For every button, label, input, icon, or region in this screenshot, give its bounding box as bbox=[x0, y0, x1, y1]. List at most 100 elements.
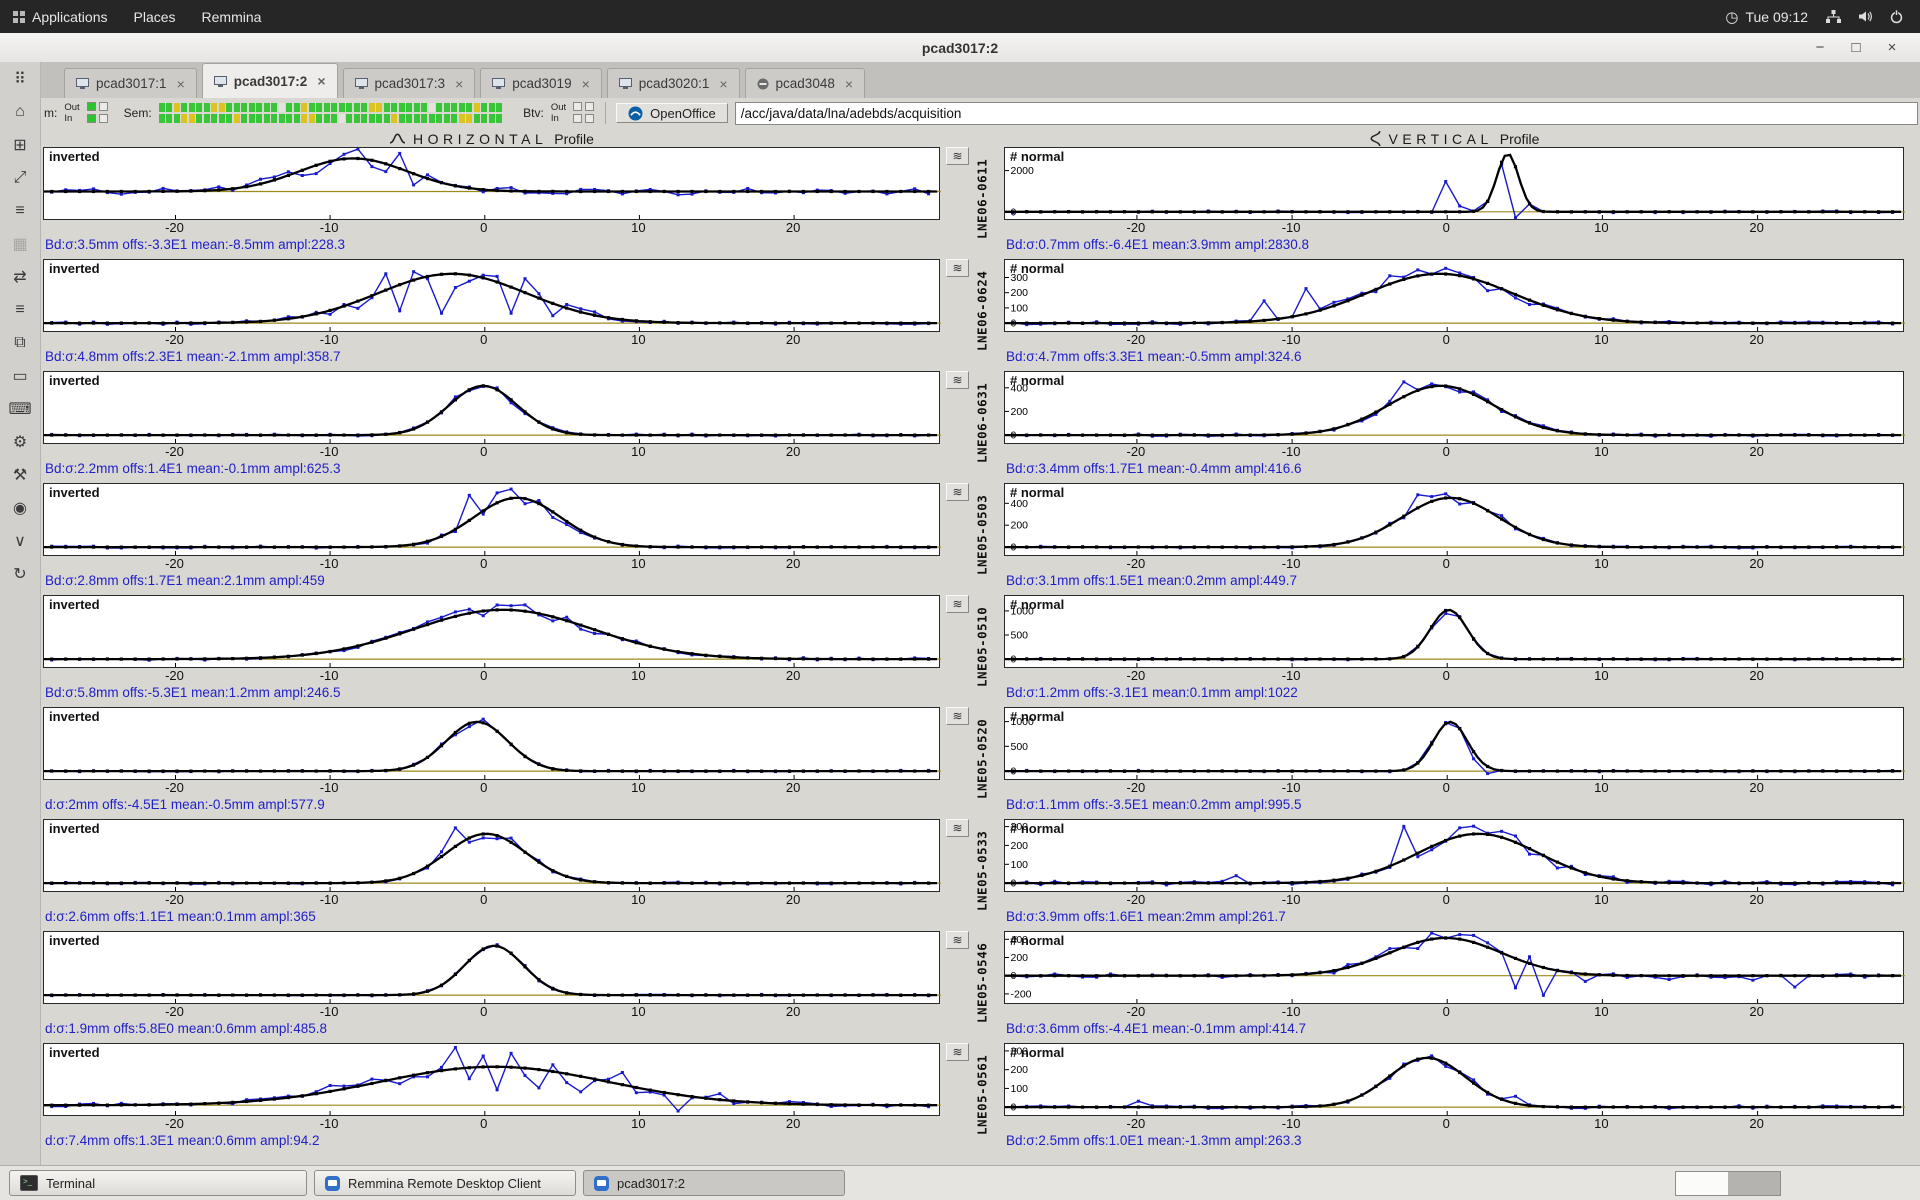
tab-pcad3017:1[interactable]: pcad3017:1 × bbox=[64, 68, 197, 98]
taskbar-item-pcad3017-2[interactable]: pcad3017:2 bbox=[583, 1170, 845, 1196]
monitor-icon bbox=[354, 78, 368, 89]
minimize-button[interactable]: − bbox=[1802, 34, 1838, 62]
profile-options-button[interactable]: ≋ bbox=[946, 931, 969, 949]
remmina-menu[interactable]: Remmina bbox=[189, 0, 275, 33]
keyboard-grab-icon[interactable]: ▦ bbox=[6, 232, 34, 255]
network-status-icon[interactable] bbox=[1825, 9, 1842, 24]
semaphore-cell bbox=[286, 114, 293, 123]
device-label: LNE05-0503 bbox=[974, 494, 990, 576]
vertical-profile-plot: # normal4002000 bbox=[1004, 483, 1905, 556]
profile-row: inverted -20 -10 0 10 20 Bd:σ:3.5mm offs:-3.3E… bbox=[40, 147, 1920, 259]
profile-curve bbox=[44, 943, 941, 1003]
dynamic-resolution-icon[interactable]: ⊞ bbox=[6, 133, 34, 156]
semaphore-cell bbox=[166, 114, 173, 123]
x-tick-label: 10 bbox=[1594, 332, 1609, 347]
x-tick-label: 0 bbox=[1442, 1116, 1450, 1131]
close-button[interactable]: × bbox=[1874, 34, 1910, 62]
x-tick-label: 0 bbox=[480, 556, 488, 571]
semaphore-cell bbox=[368, 103, 375, 112]
semaphore-cell bbox=[473, 103, 480, 112]
home-monitor-icon[interactable]: ⌂ bbox=[6, 100, 34, 123]
tab-close-icon[interactable]: × bbox=[719, 76, 727, 92]
taskbar-item-remmina-remote-desktop-client[interactable]: Remmina Remote Desktop Client bbox=[314, 1170, 576, 1196]
profile-options-button[interactable]: ≋ bbox=[946, 483, 969, 501]
acquisition-path-field[interactable]: /acc/java/data/lna/adebds/acquisition bbox=[734, 101, 1918, 125]
mini-checkbox[interactable] bbox=[98, 114, 108, 123]
mini-checkbox[interactable] bbox=[86, 102, 96, 111]
profile-options-button[interactable]: ≋ bbox=[946, 595, 969, 613]
mini-checkbox[interactable] bbox=[585, 114, 595, 123]
remmina-toolbar: ⠿ ⌂ ⊞ ⤢ ≡ ▦ ⇄ ≡ ⧉ ▭ ⌨ ⚙ ⚒ ◉ ∨ ↻ bbox=[0, 62, 41, 1166]
semaphore-cell bbox=[158, 114, 165, 123]
keyboard-icon[interactable]: ⌨ bbox=[6, 397, 34, 420]
profile-row: inverted -20 -10 0 10 20 d:σ:2.6mm offs:1.1E1 … bbox=[40, 819, 1920, 931]
mini-checkbox[interactable] bbox=[573, 114, 583, 123]
profile-curve bbox=[44, 487, 941, 555]
tab-label: pcad3017:2 bbox=[233, 73, 308, 89]
fit-stats: Bd:σ:3.5mm offs:-3.3E1 mean:-8.5mm ampl:… bbox=[45, 237, 345, 252]
clipboard-icon[interactable]: ⧉ bbox=[6, 331, 34, 354]
volume-icon[interactable] bbox=[1857, 9, 1874, 24]
mini-checkbox[interactable] bbox=[86, 114, 96, 123]
x-tick-label: 20 bbox=[785, 1116, 801, 1131]
device-strip: ≋ LNE06-0624 bbox=[945, 259, 1002, 365]
tab-pcad3020:1[interactable]: pcad3020:1 × bbox=[606, 68, 740, 98]
semaphore-cell bbox=[331, 103, 338, 112]
x-tick-label: -10 bbox=[319, 1004, 339, 1019]
tab-close-icon[interactable]: × bbox=[582, 76, 590, 92]
openoffice-button[interactable]: OpenOffice bbox=[616, 103, 728, 123]
applications-menu[interactable]: Applications bbox=[0, 0, 121, 33]
grip-handle-icon[interactable]: ⠿ bbox=[6, 67, 34, 90]
profile-options-button[interactable]: ≋ bbox=[946, 147, 969, 165]
profile-options-button[interactable]: ≋ bbox=[946, 1043, 969, 1061]
semaphore-cell bbox=[263, 114, 270, 123]
tools-icon[interactable]: ⚒ bbox=[6, 463, 34, 486]
window-titlebar: pcad3017:2 − □ × bbox=[0, 33, 1920, 63]
window-icon[interactable]: ▭ bbox=[6, 364, 34, 387]
mini-checkbox[interactable] bbox=[573, 102, 583, 111]
settings-gear-icon[interactable]: ⚙ bbox=[6, 430, 34, 453]
vertical-profile-plot: # normal4002000-200 bbox=[1004, 931, 1905, 1004]
semaphore-cell bbox=[196, 114, 203, 123]
x-tick-label: 10 bbox=[1594, 780, 1609, 795]
semaphore-cell bbox=[376, 114, 383, 123]
maximize-button[interactable]: □ bbox=[1838, 34, 1874, 62]
profile-options-button[interactable]: ≋ bbox=[946, 819, 969, 837]
x-tick-label: 0 bbox=[480, 668, 488, 683]
tab-pcad3017:2[interactable]: pcad3017:2 × bbox=[201, 63, 338, 98]
workspace-2[interactable] bbox=[1728, 1171, 1780, 1195]
profile-options-button[interactable]: ≋ bbox=[946, 371, 969, 389]
tab-pcad3019[interactable]: pcad3019 × bbox=[480, 68, 602, 98]
mini-checkbox[interactable] bbox=[98, 102, 108, 111]
tab-close-icon[interactable]: × bbox=[455, 76, 463, 92]
semaphore-cell bbox=[166, 103, 173, 112]
screenshot-icon[interactable]: ◉ bbox=[6, 496, 34, 519]
menu-icon[interactable]: ≡ bbox=[6, 199, 34, 222]
collapse-icon[interactable]: ∨ bbox=[6, 529, 34, 552]
tab-pcad3048[interactable]: pcad3048 × bbox=[744, 68, 866, 98]
power-icon[interactable] bbox=[1889, 9, 1904, 24]
x-tick-label: 20 bbox=[1749, 1004, 1764, 1019]
tab-close-icon[interactable]: × bbox=[177, 76, 185, 92]
taskbar-item-terminal[interactable]: >_ Terminal bbox=[9, 1170, 307, 1196]
tab-close-icon[interactable]: × bbox=[317, 73, 325, 89]
horizontal-profile-plot: inverted bbox=[43, 371, 941, 444]
semaphore-cell bbox=[466, 114, 473, 123]
fullscreen-icon[interactable]: ⤢ bbox=[6, 166, 34, 189]
scale-icon[interactable]: ⇄ bbox=[6, 265, 34, 288]
device-strip: ≋ LNE05-0510 bbox=[945, 595, 1002, 701]
mini-checkbox[interactable] bbox=[585, 102, 595, 111]
tab-pcad3017:3[interactable]: pcad3017:3 × bbox=[342, 68, 476, 98]
semaphore-cell bbox=[211, 103, 218, 112]
profile-options-button[interactable]: ≋ bbox=[946, 259, 969, 277]
options-menu-icon[interactable]: ≡ bbox=[6, 298, 34, 321]
places-menu[interactable]: Places bbox=[121, 0, 189, 33]
tab-close-icon[interactable]: × bbox=[845, 76, 853, 92]
x-tick-label: -10 bbox=[319, 444, 339, 459]
clock-menu[interactable]: ◷ Tue 09:12 bbox=[1723, 8, 1810, 26]
workspace-1[interactable] bbox=[1676, 1171, 1728, 1195]
profile-options-button[interactable]: ≋ bbox=[946, 707, 969, 725]
disconnect-icon[interactable]: ↻ bbox=[6, 562, 34, 585]
profile-curve bbox=[44, 384, 941, 443]
btv-label: Btv: bbox=[523, 106, 544, 120]
